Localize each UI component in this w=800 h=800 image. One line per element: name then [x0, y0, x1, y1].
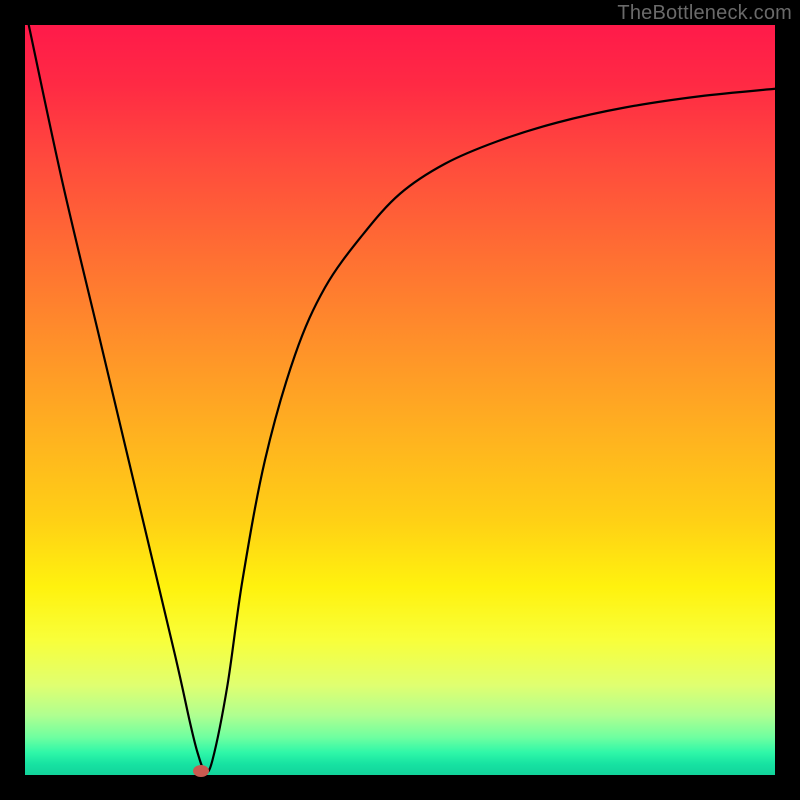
chart-frame: TheBottleneck.com [0, 0, 800, 800]
watermark-text: TheBottleneck.com [617, 2, 792, 25]
optimal-point-marker [193, 765, 209, 777]
bottleneck-curve [25, 25, 775, 775]
curve-path [29, 25, 775, 772]
